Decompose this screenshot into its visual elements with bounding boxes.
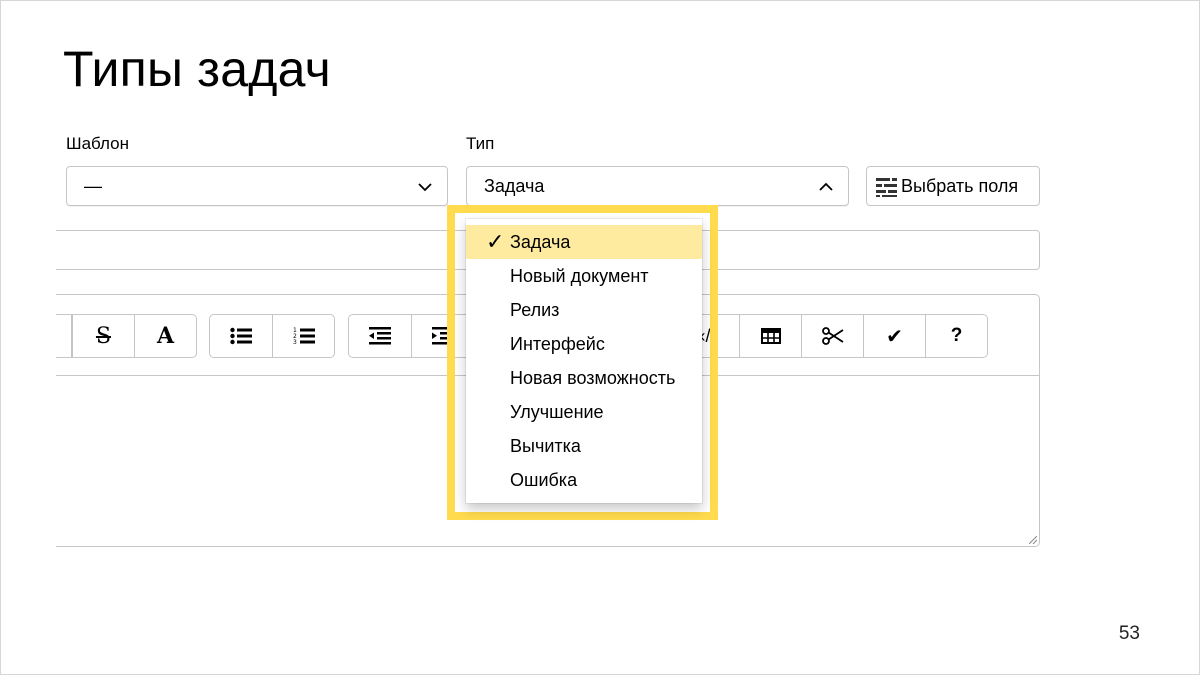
columns-icon <box>876 178 897 197</box>
resize-handle-icon[interactable] <box>1029 536 1037 544</box>
select-fields-button[interactable]: Выбрать поля <box>866 166 1040 206</box>
template-select[interactable]: — <box>66 166 448 206</box>
page-title: Типы задач <box>63 41 331 97</box>
type-option-label: Новый документ <box>510 266 649 286</box>
list-group: 1 2 3 <box>209 314 335 358</box>
svg-text:3: 3 <box>293 339 297 345</box>
checkmark-button[interactable]: ✔ <box>863 315 925 357</box>
table-icon <box>760 328 781 344</box>
table-button[interactable] <box>739 315 801 357</box>
help-button[interactable]: ? <box>925 315 987 357</box>
checkmark-icon: ✔ <box>886 325 903 348</box>
type-label: Тип <box>466 134 495 153</box>
type-option-label: Интерфейс <box>510 334 605 354</box>
numbered-list-icon: 1 2 3 <box>293 327 315 345</box>
type-option-label: Новая возможность <box>510 368 676 388</box>
type-select[interactable]: Задача <box>466 166 849 206</box>
text-color-button[interactable]: A <box>134 315 196 357</box>
help-icon: ? <box>950 325 963 346</box>
strikethrough-button[interactable]: S <box>72 315 134 357</box>
type-option-release[interactable]: Релиз <box>466 293 702 327</box>
type-option-bug[interactable]: Ошибка <box>466 463 702 497</box>
type-option-improvement[interactable]: Улучшение <box>466 395 702 429</box>
page-number: 53 <box>1118 623 1140 644</box>
checkmark-icon: ✓ <box>486 229 505 254</box>
strikethrough-icon: S <box>95 323 112 349</box>
type-option-label: Задача <box>510 232 571 252</box>
insert-group: ‹/› ✔ ? <box>676 314 988 358</box>
chevron-up-icon <box>819 182 833 191</box>
type-option-label: Ошибка <box>510 470 578 490</box>
type-option-interface[interactable]: Интерфейс <box>466 327 702 361</box>
bulleted-list-icon <box>230 327 252 345</box>
type-option-label: Вычитка <box>510 436 581 456</box>
chevron-down-icon <box>418 183 432 192</box>
type-option-task[interactable]: ✓ Задача <box>466 225 702 259</box>
type-option-label: Улучшение <box>510 402 604 422</box>
type-option-label: Релиз <box>510 300 560 320</box>
format-button-partial[interactable] <box>56 315 72 357</box>
outdent-button[interactable] <box>349 315 411 357</box>
type-option-proofreading[interactable]: Вычитка <box>466 429 702 463</box>
type-dropdown-menu: ✓ Задача Новый документ Релиз Интерфейс … <box>466 219 702 503</box>
text-color-icon: A <box>156 323 175 349</box>
numbered-list-button[interactable]: 1 2 3 <box>272 315 334 357</box>
type-option-new-feature[interactable]: Новая возможность <box>466 361 702 395</box>
select-fields-label: Выбрать поля <box>901 176 1019 196</box>
template-select-value: — <box>84 176 102 196</box>
outdent-icon <box>369 327 391 345</box>
cut-icon <box>821 327 843 345</box>
format-group: S A <box>56 314 197 358</box>
type-option-new-document[interactable]: Новый документ <box>466 259 702 293</box>
template-label: Шаблон <box>66 134 129 153</box>
cut-button[interactable] <box>801 315 863 357</box>
type-select-value: Задача <box>484 176 545 196</box>
bulleted-list-button[interactable] <box>210 315 272 357</box>
